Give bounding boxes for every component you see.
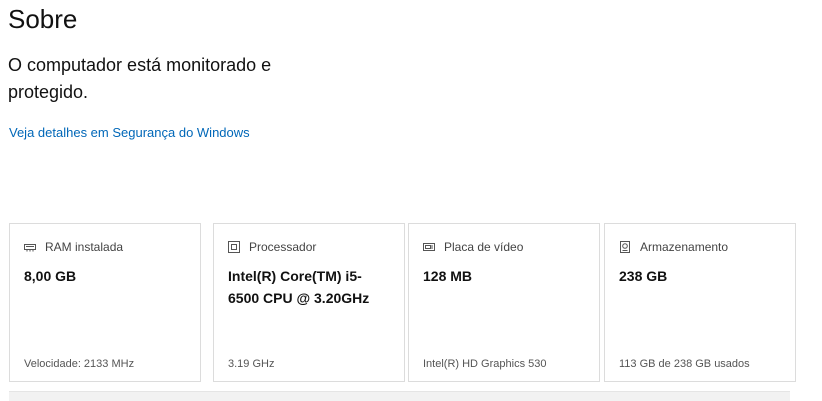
card-header: Armazenamento: [619, 239, 728, 255]
processor-card: Processador Intel(R) Core(TM) i5-6500 CP…: [213, 223, 405, 382]
card-label: Armazenamento: [640, 240, 729, 254]
card-label: Processador: [249, 240, 317, 254]
card-detail: 113 GB de 238 GB usados: [619, 358, 750, 370]
card-detail: 3.19 GHz: [228, 358, 275, 370]
card-value: Intel(R) Core(TM) i5-6500 CPU @ 3.20GHz: [228, 268, 370, 306]
security-status-text: O computador está monitorado e protegido…: [8, 55, 272, 102]
card-detail: Intel(R) HD Graphics 530: [423, 358, 547, 370]
windows-security-link[interactable]: Veja detalhes em Segurança do Windows: [9, 124, 250, 142]
storage-icon: [619, 241, 631, 253]
card-detail: Velocidade: 2133 MHz: [24, 358, 135, 370]
card-header: RAM instalada: [24, 239, 123, 255]
card-label: RAM instalada: [45, 240, 124, 254]
ram-icon: [24, 241, 36, 253]
card-value: 128 MB: [423, 268, 473, 284]
page-title: Sobre: [8, 4, 78, 34]
storage-card: Armazenamento 238 GB 113 GB de 238 GB us…: [604, 223, 796, 382]
ram-card: RAM instalada 8,00 GB Velocidade: 2133 M…: [9, 223, 201, 382]
card-value: 8,00 GB: [24, 268, 77, 284]
graphics-card: Placa de vídeo 128 MB Intel(R) HD Graphi…: [408, 223, 600, 382]
card-value: 238 GB: [619, 268, 668, 284]
card-header: Processador: [228, 239, 316, 255]
card-header: Placa de vídeo: [423, 239, 523, 255]
processor-icon: [228, 241, 240, 253]
card-label: Placa de vídeo: [444, 240, 524, 254]
graphics-card-icon: [423, 241, 435, 253]
